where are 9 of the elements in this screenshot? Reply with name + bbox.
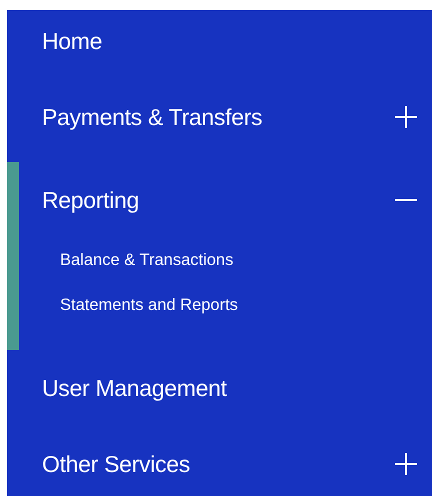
plus-icon[interactable] bbox=[394, 452, 418, 476]
menu-item[interactable]: Home bbox=[42, 28, 102, 54]
menu-item[interactable]: Payments & Transfers bbox=[42, 104, 262, 130]
menu-item[interactable]: Other Services bbox=[42, 450, 190, 478]
submenu-item[interactable]: Statements and Reports bbox=[60, 283, 432, 328]
plus-icon[interactable] bbox=[394, 105, 418, 129]
menu-item[interactable]: User Management bbox=[42, 374, 227, 402]
menu-item[interactable]: Reporting bbox=[42, 186, 140, 214]
submenu-item[interactable]: Balance & Transactions bbox=[60, 238, 432, 283]
